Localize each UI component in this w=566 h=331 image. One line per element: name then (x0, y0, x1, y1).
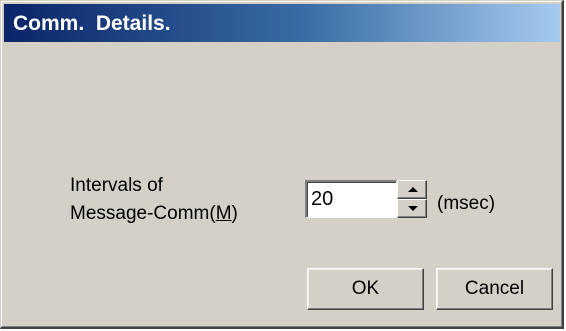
unit-label: (msec) (437, 193, 496, 214)
spin-down-button[interactable] (397, 199, 427, 218)
spin-up-button[interactable] (397, 180, 427, 199)
title-bar[interactable]: Comm. Details. (4, 4, 560, 42)
interval-label-suffix: ) (231, 203, 238, 224)
interval-label-mnemonic: M (215, 203, 232, 224)
dialog-title: Comm. Details. (13, 12, 171, 35)
ok-button[interactable]: OK (307, 268, 424, 310)
interval-label-prefix: Message-Comm( (70, 203, 216, 224)
interval-label-line2: Message-Comm(M) (70, 203, 238, 225)
down-arrow-icon (408, 206, 418, 211)
interval-value: 20 (311, 188, 334, 210)
up-arrow-icon (408, 187, 418, 192)
interval-label-line1: Intervals of (70, 175, 163, 196)
cancel-button[interactable]: Cancel (436, 268, 553, 310)
interval-input[interactable]: 20 (305, 180, 397, 218)
